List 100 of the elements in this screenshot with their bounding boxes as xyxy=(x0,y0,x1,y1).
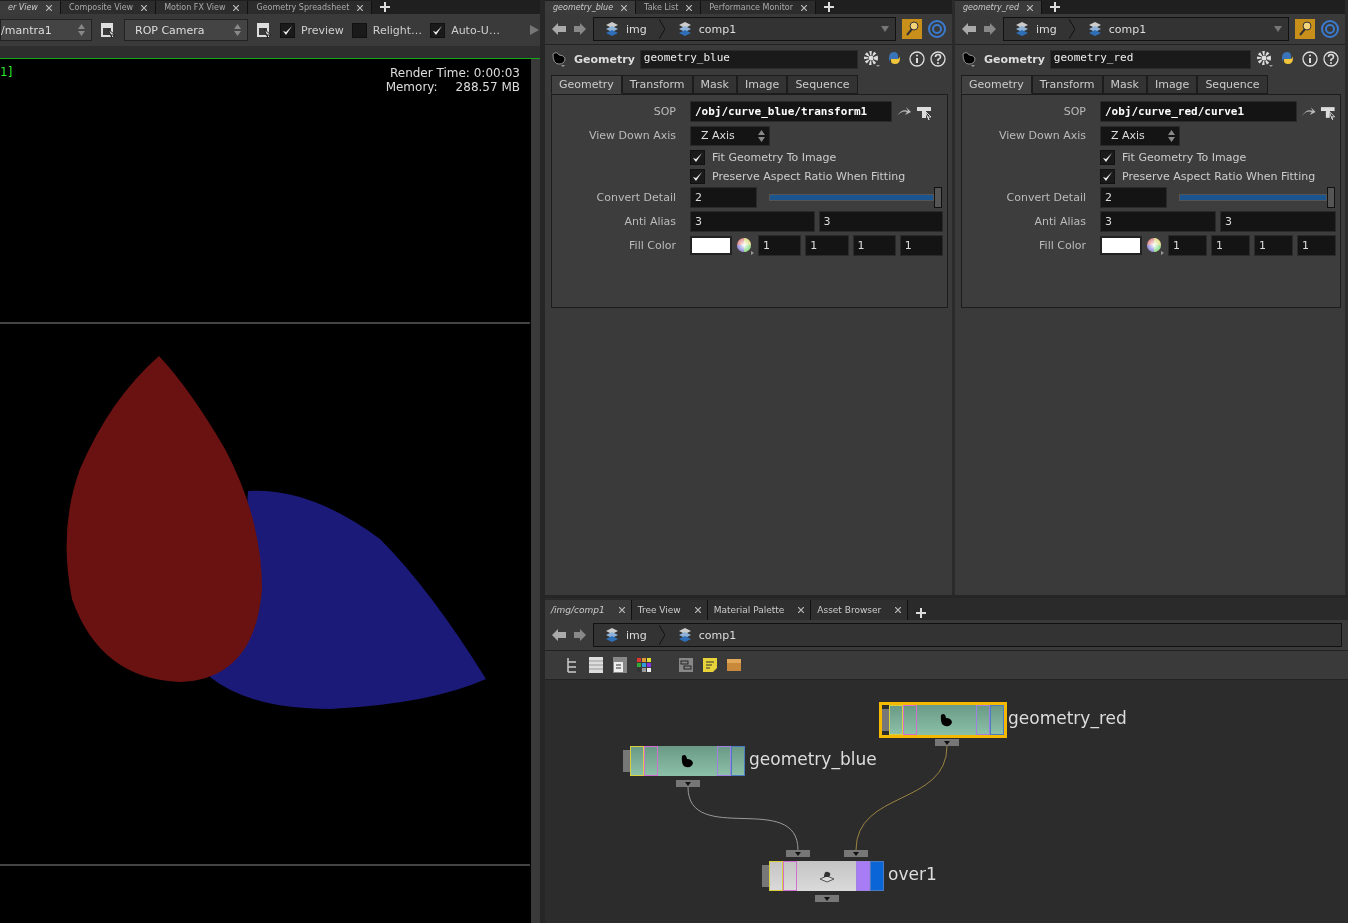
help-icon[interactable] xyxy=(1323,51,1339,67)
close-icon[interactable] xyxy=(801,4,807,11)
palette-icon[interactable] xyxy=(637,658,651,672)
number-field[interactable]: 1 xyxy=(899,235,943,256)
target-icon[interactable] xyxy=(928,20,946,38)
number-field[interactable]: 3 xyxy=(818,211,943,232)
close-icon[interactable] xyxy=(798,607,805,613)
pane-tab[interactable]: geometry_red xyxy=(955,1,1043,14)
number-field[interactable]: 1 xyxy=(852,235,896,256)
pick-icon[interactable] xyxy=(100,22,116,38)
pick-icon[interactable] xyxy=(256,22,272,38)
node[interactable] xyxy=(879,702,1007,738)
axis-menu[interactable]: Z Axis xyxy=(1100,125,1180,146)
number-field[interactable]: 3 xyxy=(1220,211,1336,232)
axis-menu[interactable]: Z Axis xyxy=(690,125,770,146)
checkbox[interactable] xyxy=(690,168,705,184)
network-tab[interactable]: Asset Browser xyxy=(811,600,909,620)
info-icon[interactable] xyxy=(909,51,925,67)
checkbox[interactable] xyxy=(1100,149,1115,165)
checkbox[interactable] xyxy=(351,22,367,38)
path-crumb[interactable]: comp1 xyxy=(672,627,741,643)
back-icon[interactable] xyxy=(551,628,567,642)
parameter-tab[interactable]: Sequence xyxy=(1197,75,1268,94)
number-field[interactable]: 1 xyxy=(758,235,802,256)
close-icon[interactable] xyxy=(141,4,148,11)
number-field[interactable]: 2 xyxy=(1100,187,1167,208)
spinner-icon[interactable] xyxy=(758,128,765,143)
rop-menu[interactable]: /mantra1 xyxy=(0,19,92,41)
parameter-tab[interactable]: Image xyxy=(1146,75,1198,94)
add-tab-icon[interactable] xyxy=(916,608,927,618)
camera-menu[interactable]: ROP Camera xyxy=(124,19,248,41)
input-connector[interactable] xyxy=(786,850,810,857)
forward-icon[interactable] xyxy=(983,23,997,35)
path-field[interactable]: /obj/curve_red/curve1 xyxy=(1100,101,1297,122)
color-wheel-icon[interactable] xyxy=(1146,236,1164,255)
close-icon[interactable] xyxy=(686,4,693,11)
close-icon[interactable] xyxy=(233,4,240,11)
path-crumb[interactable]: comp1 xyxy=(1082,21,1151,37)
add-tab-icon[interactable] xyxy=(380,2,391,12)
parameter-tab[interactable]: Mask xyxy=(692,75,737,94)
input-connector[interactable] xyxy=(844,850,868,857)
parameter-tab[interactable]: Mask xyxy=(1102,75,1147,94)
close-icon[interactable] xyxy=(357,4,364,11)
back-icon[interactable] xyxy=(551,22,567,36)
output-connector[interactable] xyxy=(935,739,959,746)
forward-icon[interactable] xyxy=(573,629,587,641)
output-connector[interactable] xyxy=(676,780,700,787)
viewer-tab[interactable]: er View xyxy=(0,1,61,14)
number-field[interactable]: 3 xyxy=(690,211,815,232)
node-name-field[interactable]: geometry_red xyxy=(1049,49,1251,69)
settings-icon[interactable] xyxy=(1256,50,1274,68)
target-icon[interactable] xyxy=(1321,20,1339,38)
checkbox[interactable] xyxy=(1100,168,1115,184)
blob-icon[interactable] xyxy=(961,51,979,67)
number-field[interactable]: 2 xyxy=(690,187,757,208)
settings-icon[interactable] xyxy=(863,50,881,68)
node[interactable] xyxy=(759,858,887,894)
parameter-tab[interactable]: Image xyxy=(736,75,788,94)
parameter-tab[interactable]: Geometry xyxy=(961,75,1032,94)
viewer-tab[interactable]: Geometry Spreadsheet xyxy=(248,1,373,14)
jump-icon[interactable] xyxy=(896,105,912,118)
help-icon[interactable] xyxy=(930,51,946,67)
spinner-icon[interactable] xyxy=(234,23,241,37)
close-icon[interactable] xyxy=(618,607,625,613)
scrollbar[interactable] xyxy=(531,59,540,923)
number-field[interactable]: 1 xyxy=(1211,235,1250,256)
number-field[interactable]: 1 xyxy=(1254,235,1293,256)
output-connector[interactable] xyxy=(815,895,839,902)
viewer-tab[interactable]: Motion FX View xyxy=(156,1,249,14)
pane-tab[interactable]: Performance Monitor xyxy=(701,1,816,14)
network-tab[interactable]: Material Palette xyxy=(707,600,812,620)
blob-icon[interactable] xyxy=(551,51,569,67)
parameter-tab[interactable]: Sequence xyxy=(787,75,858,94)
pane-tab[interactable]: geometry_blue xyxy=(545,1,637,14)
checkbox[interactable] xyxy=(690,149,705,165)
path-crumb[interactable]: img xyxy=(1010,21,1061,37)
close-icon[interactable] xyxy=(621,4,628,11)
parameter-tab[interactable]: Geometry xyxy=(551,75,622,94)
checkbox[interactable] xyxy=(280,22,295,38)
dropdown-icon[interactable] xyxy=(881,26,889,32)
layout-icon[interactable] xyxy=(679,658,693,672)
pane-tab[interactable]: Take List xyxy=(636,1,702,14)
checkbox[interactable] xyxy=(430,22,446,38)
path-crumb[interactable]: img xyxy=(600,21,651,37)
tree-icon[interactable] xyxy=(565,657,579,673)
panel-icon[interactable] xyxy=(613,657,627,673)
add-tab-icon[interactable] xyxy=(1050,2,1061,12)
node[interactable] xyxy=(620,743,748,779)
node-name-field[interactable]: geometry_blue xyxy=(639,49,858,69)
close-icon[interactable] xyxy=(45,4,52,11)
path-crumb[interactable]: img xyxy=(600,627,651,643)
sticky-note-icon[interactable] xyxy=(703,658,717,672)
color-swatch[interactable] xyxy=(1100,236,1142,255)
spinner-icon[interactable] xyxy=(1168,128,1175,143)
info-icon[interactable] xyxy=(1302,51,1318,67)
close-icon[interactable] xyxy=(1027,4,1034,11)
dropdown-icon[interactable] xyxy=(1274,26,1282,32)
network-tab[interactable]: /img/comp1 xyxy=(545,600,632,620)
number-field[interactable]: 1 xyxy=(805,235,849,256)
spinner-icon[interactable] xyxy=(78,23,85,37)
